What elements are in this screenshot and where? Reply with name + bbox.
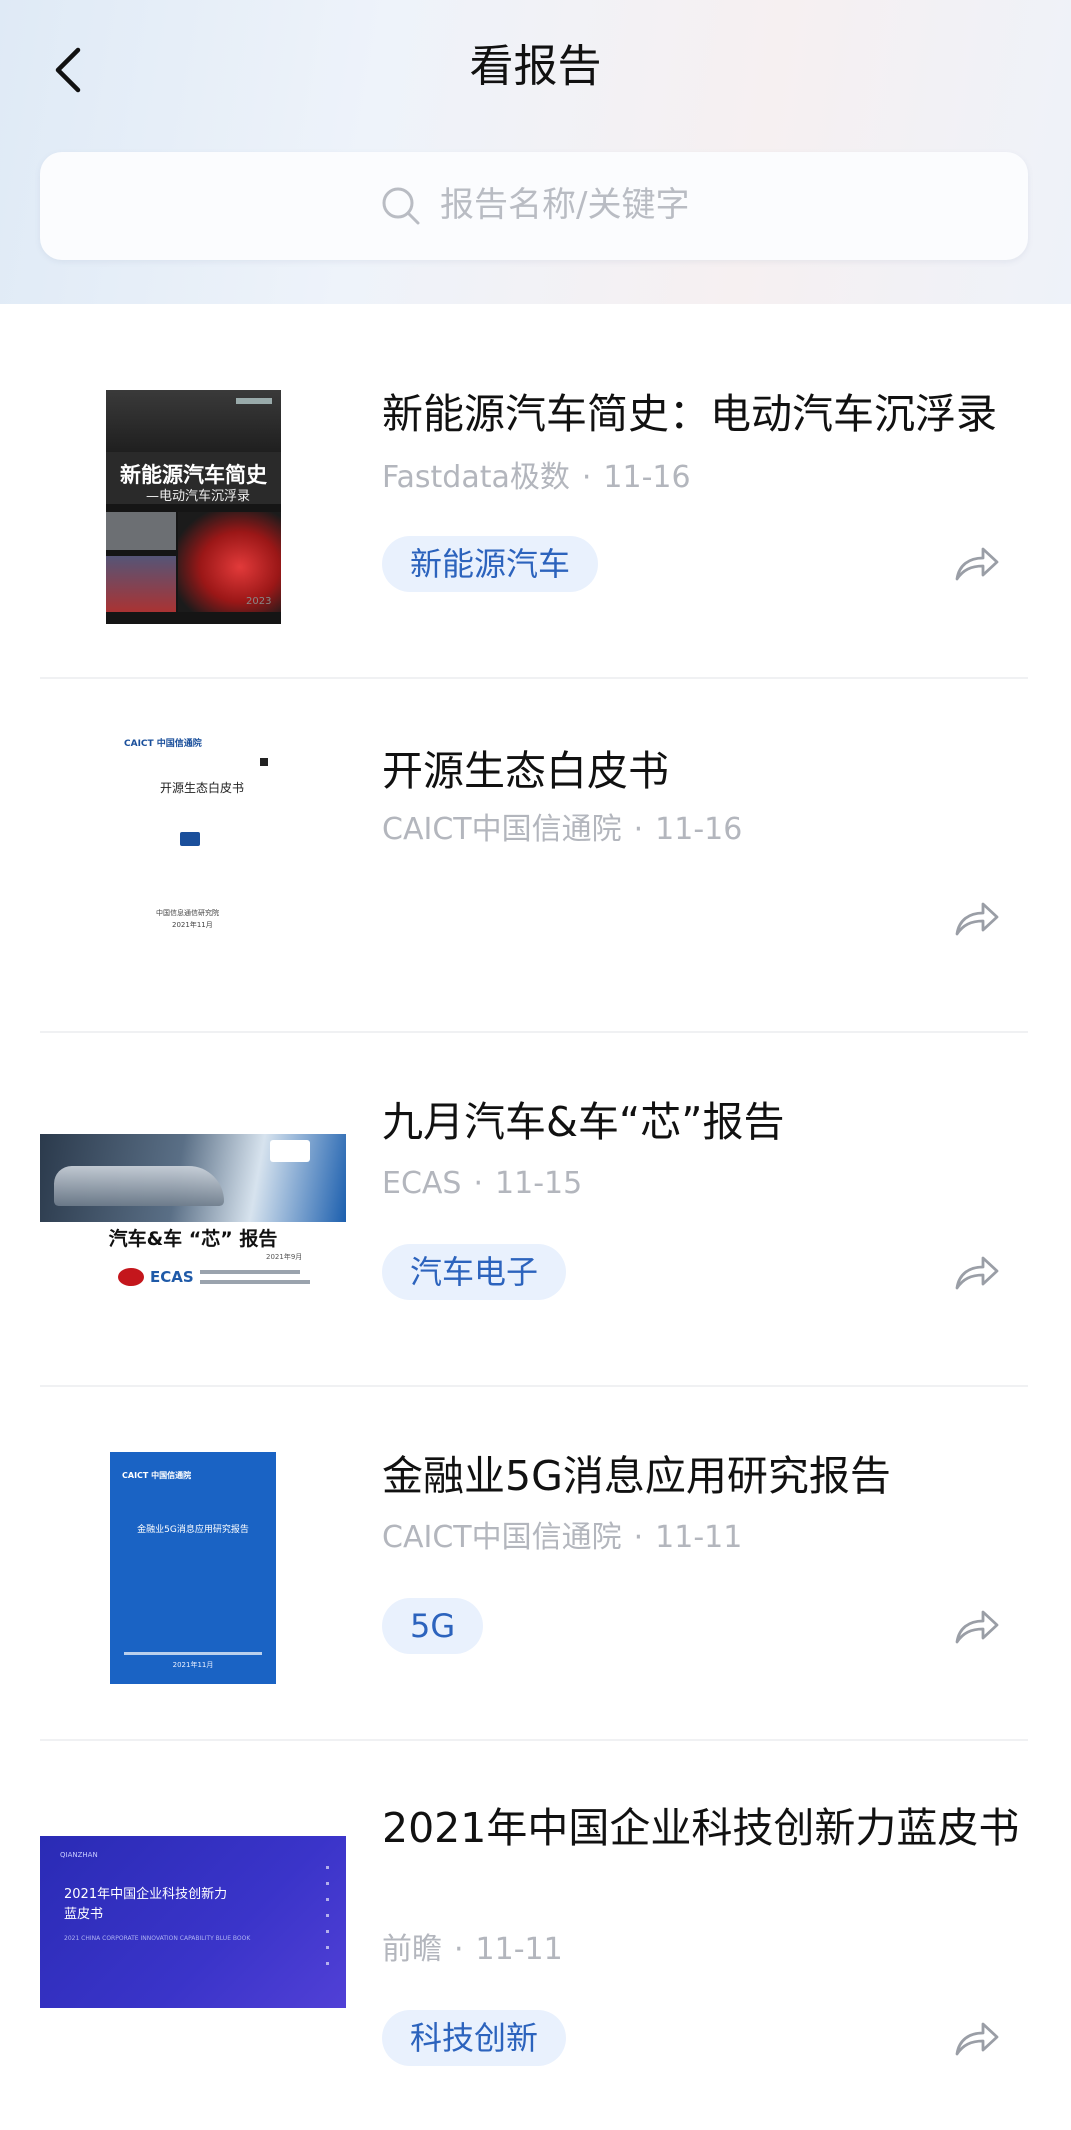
report-date: 11-16 <box>655 812 743 847</box>
report-item[interactable]: CAICT 中国信通院 金融业5G消息应用研究报告 2021年11月 金融业5G… <box>0 1366 1071 1719</box>
report-title[interactable]: 新能源汽车简史：电动汽车沉浮录 <box>382 386 1042 442</box>
share-arrow-icon[interactable] <box>953 896 1001 938</box>
report-source: CAICT中国信通院 <box>382 812 622 847</box>
report-tag[interactable]: 5G <box>382 1598 484 1654</box>
report-cover-image: 新能源汽车简史 —电动汽车沉浮录 2023 <box>106 390 281 624</box>
report-meta: ECAS · 11-15 <box>382 1166 583 1201</box>
share-arrow-icon[interactable] <box>953 1604 1001 1646</box>
report-item[interactable]: 汽车&车 “芯” 报告 2021年9月 ECAS 九月汽车&车“芯”报告 ECA… <box>0 1012 1071 1365</box>
share-arrow-icon[interactable] <box>953 541 1001 583</box>
report-title[interactable]: 2021年中国企业科技创新力蓝皮书 <box>382 1800 1042 1856</box>
report-item[interactable]: CAICT 中国信通院 开源生态白皮书 中国信息通信研究院 2021年11月 开… <box>0 658 1071 1011</box>
search-icon <box>382 187 420 225</box>
report-source: Fastdata极数 <box>382 460 570 495</box>
report-cover-image: CAICT 中国信通院 金融业5G消息应用研究报告 2021年11月 <box>110 1452 276 1684</box>
search-input[interactable]: 报告名称/关键字 <box>40 152 1028 260</box>
report-cover-image: QIANZHAN 2021年中国企业科技创新力 蓝皮书 2021 CHINA C… <box>40 1836 346 2008</box>
search-placeholder: 报告名称/关键字 <box>440 185 690 225</box>
share-arrow-icon[interactable] <box>953 2016 1001 2058</box>
report-tag[interactable]: 科技创新 <box>382 2010 567 2066</box>
report-meta: CAICT中国信通院 · 11-16 <box>382 812 743 847</box>
report-meta: 前瞻 · 11-11 <box>382 1932 563 1967</box>
report-tag[interactable]: 汽车电子 <box>382 1244 567 1300</box>
report-title[interactable]: 金融业5G消息应用研究报告 <box>382 1448 1042 1504</box>
report-date: 11-11 <box>475 1932 563 1967</box>
report-meta: Fastdata极数 · 11-16 <box>382 460 691 495</box>
report-title[interactable]: 九月汽车&车“芯”报告 <box>382 1094 1042 1150</box>
share-arrow-icon[interactable] <box>953 1250 1001 1292</box>
report-source: CAICT中国信通院 <box>382 1520 622 1555</box>
report-meta: CAICT中国信通院 · 11-11 <box>382 1520 743 1555</box>
page-title: 看报告 <box>469 41 602 92</box>
report-source: 前瞻 <box>382 1932 442 1967</box>
report-date: 11-16 <box>603 460 691 495</box>
report-date: 11-15 <box>495 1166 583 1201</box>
header-bar: 看报告 报告名称/关键字 <box>0 0 1071 304</box>
report-tag[interactable]: 新能源汽车 <box>382 536 599 592</box>
report-cover-image: CAICT 中国信通院 开源生态白皮书 中国信息通信研究院 2021年11月 <box>110 728 285 958</box>
report-title[interactable]: 开源生态白皮书 <box>382 743 1042 799</box>
report-date: 11-11 <box>655 1520 743 1555</box>
report-item[interactable]: 新能源汽车简史 —电动汽车沉浮录 2023 新能源汽车简史：电动汽车沉浮录 Fa… <box>0 304 1071 657</box>
report-item[interactable]: QIANZHAN 2021年中国企业科技创新力 蓝皮书 2021 CHINA C… <box>0 1720 1071 2130</box>
report-source: ECAS <box>382 1166 462 1201</box>
report-cover-image: 汽车&车 “芯” 报告 2021年9月 ECAS <box>40 1134 346 1304</box>
